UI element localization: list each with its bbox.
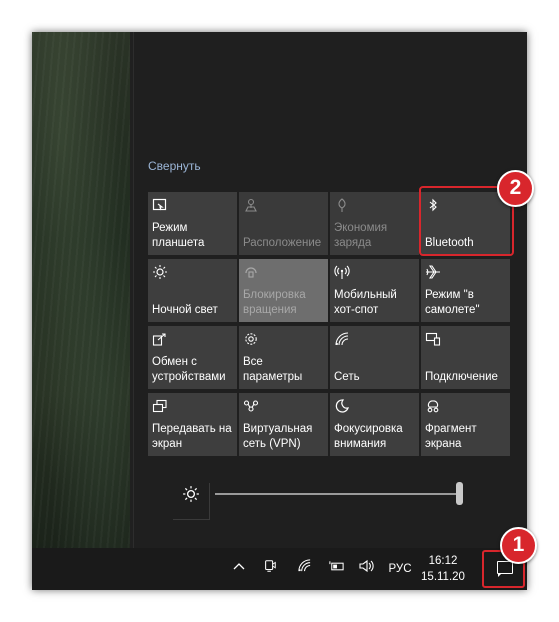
hotspot-icon (334, 264, 350, 280)
tile-label: Передавать на экран (152, 423, 232, 450)
tile-label: Экономия заряда (334, 222, 388, 249)
tile-focus-assist[interactable]: Фокусировка внимания (330, 393, 419, 456)
desktop-wallpaper (32, 32, 130, 548)
volume-icon[interactable] (358, 548, 376, 590)
tile-label: Режим планшета (152, 222, 205, 249)
tile-rotation-lock[interactable]: Блокировка вращения (239, 259, 328, 322)
tile-mobile-hotspot[interactable]: Мобильный хот-спот (330, 259, 419, 322)
brightness-icon (173, 483, 210, 520)
nearby-sharing-icon (152, 331, 168, 347)
tile-label: Виртуальная сеть (VPN) (243, 423, 313, 450)
meet-now-icon[interactable] (261, 548, 279, 590)
battery-icon[interactable] (326, 548, 346, 590)
collapse-link[interactable]: Свернуть (148, 159, 201, 173)
tile-label: Мобильный хот-спот (334, 289, 397, 316)
tile-vpn[interactable]: Виртуальная сеть (VPN) (239, 393, 328, 456)
tile-label: Фокусировка внимания (334, 423, 403, 450)
tile-network[interactable]: Сеть (330, 326, 419, 389)
tile-label: Ночной свет (152, 304, 218, 316)
brightness-slider-thumb[interactable] (456, 482, 463, 505)
airplane-icon (425, 264, 441, 280)
tile-night-light[interactable]: Ночной свет (148, 259, 237, 322)
tablet-mode-icon (152, 197, 168, 213)
settings-gear-icon (243, 331, 259, 347)
step-badge-2: 2 (497, 170, 534, 207)
night-light-icon (152, 264, 168, 280)
wifi-icon[interactable] (295, 548, 313, 590)
tile-label: Все параметры (243, 356, 303, 383)
battery-saver-icon (334, 197, 350, 213)
input-language[interactable]: РУС (387, 548, 413, 590)
focus-assist-icon (334, 398, 350, 414)
tile-label: Подключение (425, 371, 498, 383)
clock-date: 15.11.20 (421, 571, 465, 583)
tile-label: Режим "в самолете" (425, 289, 480, 316)
taskbar-clock[interactable]: 16:12 15.11.20 (420, 553, 466, 585)
project-icon (152, 398, 168, 414)
tile-airplane-mode[interactable]: Режим "в самолете" (421, 259, 510, 322)
tile-battery-saver[interactable]: Экономия заряда (330, 192, 419, 255)
tile-label: Расположение (243, 237, 322, 249)
screen-snip-icon (425, 398, 441, 414)
tile-label: Обмен с устройствами (152, 356, 226, 383)
connect-icon (425, 331, 441, 347)
tile-connect[interactable]: Подключение (421, 326, 510, 389)
tile-tablet-mode[interactable]: Режим планшета (148, 192, 237, 255)
tile-project[interactable]: Передавать на экран (148, 393, 237, 456)
desktop-screen: Свернуть Режим планшета Расположение Эко… (32, 32, 527, 590)
tile-label: Сеть (334, 371, 360, 383)
tile-label: Блокировка вращения (243, 289, 306, 316)
tile-label: Фрагмент экрана (425, 423, 477, 450)
tile-nearby-sharing[interactable]: Обмен с устройствами (148, 326, 237, 389)
tile-screen-snip[interactable]: Фрагмент экрана (421, 393, 510, 456)
location-icon (243, 197, 259, 213)
tile-all-settings[interactable]: Все параметры (239, 326, 328, 389)
show-hidden-icons-chevron-icon[interactable] (231, 548, 247, 590)
step-badge-1: 1 (500, 527, 537, 564)
tile-location[interactable]: Расположение (239, 192, 328, 255)
vpn-icon (243, 398, 259, 414)
brightness-slider-track[interactable] (215, 493, 460, 495)
clock-time: 16:12 (428, 555, 458, 567)
rotation-lock-icon (243, 264, 259, 280)
taskbar: РУС 16:12 15.11.20 (32, 548, 527, 590)
network-icon (334, 331, 350, 347)
